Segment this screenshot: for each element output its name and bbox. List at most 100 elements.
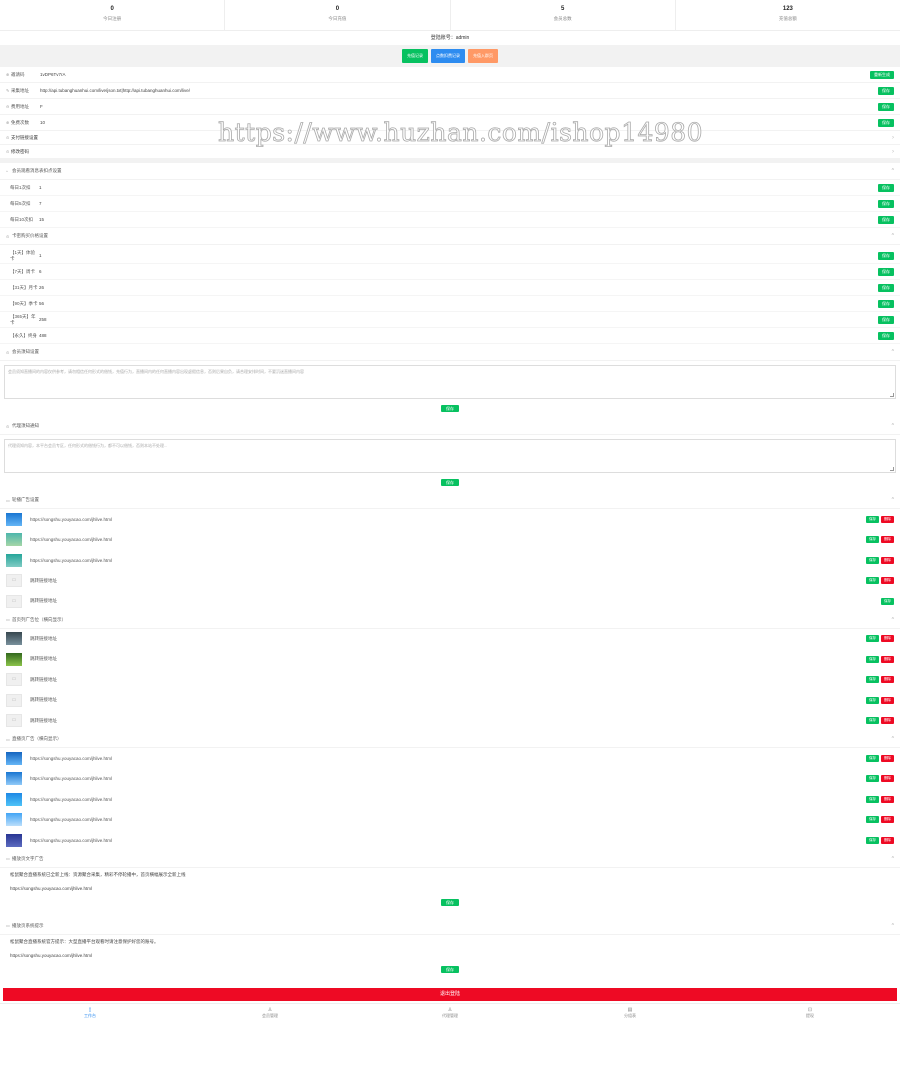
save-button[interactable]: 保存	[878, 215, 894, 224]
ad-thumbnail[interactable]	[6, 751, 22, 765]
collapse-icon[interactable]: ^	[892, 349, 894, 355]
ad-url[interactable]: https://songshu.youyacao.com/jhlive.html	[30, 756, 112, 761]
save-button[interactable]: 保存	[441, 479, 459, 486]
delete-button[interactable]: 删除	[881, 536, 894, 544]
save-button[interactable]: 保存	[881, 597, 894, 605]
section-header[interactable]: ▭ 轮播广告设置 ^	[0, 492, 900, 509]
row-value[interactable]: 1	[39, 185, 42, 190]
ad-url-placeholder[interactable]: 跳转链接地址	[30, 656, 57, 662]
tab-withdraw[interactable]: ⊡ 提现	[720, 1004, 900, 1023]
save-button[interactable]: 保存	[878, 251, 894, 260]
save-button[interactable]: 保存	[866, 676, 879, 684]
setting-value[interactable]: http://api.tubanghuanhui.com/live/json.t…	[40, 88, 190, 93]
row-value[interactable]: 15	[39, 217, 44, 222]
popup-content[interactable]: 松鼠聚合直播系统官方提示：大型直播平台观看时请注意保护好您的账号。	[0, 935, 900, 949]
delete-button[interactable]: 删除	[881, 515, 894, 523]
ad-thumbnail[interactable]	[6, 833, 22, 847]
ad-url-placeholder[interactable]: 跳转链接地址	[30, 578, 57, 584]
save-button[interactable]: 保存	[866, 556, 879, 564]
regenerate-button[interactable]: 重新生成	[870, 70, 894, 79]
deduct-record-button[interactable]: 点数扣费记录	[431, 49, 465, 63]
tab-workbench[interactable]: ▯ 工作台	[0, 1004, 180, 1023]
collapse-icon[interactable]: ^	[892, 923, 894, 929]
save-button[interactable]: 保存	[866, 655, 879, 663]
change-password-row[interactable]: ⊙ 修改密码 ›	[0, 145, 900, 159]
section-header[interactable]: ▭ 播放页文字广告 ^	[0, 851, 900, 868]
save-button[interactable]: 保存	[866, 754, 879, 762]
text-ad-content[interactable]: 松鼠聚合直播系统已全新上线：资源聚合采集，精彩不停轮播中，首页横幅展示全新上线	[0, 868, 900, 882]
delete-button[interactable]: 删除	[881, 655, 894, 663]
collapse-icon[interactable]: ^	[892, 168, 894, 174]
recharge-group-button[interactable]: 充值入群页	[468, 49, 498, 63]
section-header[interactable]: ▭ 播放页系统提示 ^	[0, 918, 900, 935]
ad-thumbnail[interactable]	[6, 553, 22, 567]
collapse-icon[interactable]: ^	[892, 423, 894, 429]
collapse-icon[interactable]: ^	[892, 233, 894, 239]
ad-url-placeholder[interactable]: 跳转链接地址	[30, 636, 57, 642]
section-header[interactable]: ^ 会员观看消息表扣点设置 ^	[0, 163, 900, 180]
delete-button[interactable]: 删除	[881, 635, 894, 643]
save-button[interactable]: 保存	[866, 577, 879, 585]
ad-url[interactable]: https://songshu.youyacao.com/jhlive.html	[30, 776, 112, 781]
save-button[interactable]: 保存	[866, 795, 879, 803]
payment-link-row[interactable]: ⊙ 支付链接设置 ›	[0, 131, 900, 145]
image-placeholder-icon[interactable]: ▭	[6, 673, 22, 687]
delete-button[interactable]: 删除	[881, 816, 894, 824]
tab-members[interactable]: ♙ 会员管理	[180, 1004, 360, 1023]
save-button[interactable]: 保存	[441, 405, 459, 412]
section-header[interactable]: ⊙ 卡密购买价格设置 ^	[0, 228, 900, 245]
agent-textarea[interactable]: 代理须知内容，本平台会员专区，任何形式的借钱行为，都不可以借钱，否则本站不处理.…	[4, 439, 896, 473]
notice-textarea[interactable]: 会员须知直播间的内容仅供参考，请勿相信任何形式的借钱，充值行为，直播间内的任何直…	[4, 365, 896, 399]
ad-thumbnail[interactable]	[6, 772, 22, 786]
save-button[interactable]: 保存	[866, 775, 879, 783]
popup-url[interactable]: https://songshu.youyacao.com/jhlive.html	[0, 949, 900, 963]
save-button[interactable]: 保存	[866, 515, 879, 523]
delete-button[interactable]: 删除	[881, 754, 894, 762]
ad-thumbnail[interactable]	[6, 533, 22, 547]
tab-groups[interactable]: ▤ 分组表	[540, 1004, 720, 1023]
row-value[interactable]: 56	[39, 301, 44, 306]
row-value[interactable]: 1	[39, 253, 42, 258]
delete-button[interactable]: 删除	[881, 775, 894, 783]
save-button[interactable]: 保存	[866, 816, 879, 824]
ad-url[interactable]: https://songshu.youyacao.com/jhlive.html	[30, 558, 112, 563]
section-header[interactable]: ▭ 直播页广告（横向显示） ^	[0, 731, 900, 748]
ad-url[interactable]: https://songshu.youyacao.com/jhlive.html	[30, 817, 112, 822]
save-button[interactable]: 保存	[866, 696, 879, 704]
save-button[interactable]: 保存	[878, 183, 894, 192]
row-value[interactable]: 7	[39, 201, 42, 206]
collapse-icon[interactable]: ^	[892, 617, 894, 623]
ad-url[interactable]: https://songshu.youyacao.com/jhlive.html	[30, 537, 112, 542]
save-button[interactable]: 保存	[441, 898, 459, 906]
row-value[interactable]: 6	[39, 269, 42, 274]
save-button[interactable]: 保存	[878, 283, 894, 292]
save-button[interactable]: 保存	[866, 836, 879, 844]
save-button[interactable]: 保存	[866, 717, 879, 725]
section-header[interactable]: ⊙ 代理须知通知 ^	[0, 418, 900, 435]
setting-value[interactable]: 1vDP6Tv7rA	[40, 72, 66, 77]
save-button[interactable]: 保存	[441, 965, 459, 973]
ad-thumbnail[interactable]	[6, 512, 22, 526]
save-button[interactable]: 保存	[878, 199, 894, 208]
save-button[interactable]: 保存	[878, 118, 894, 127]
image-placeholder-icon[interactable]: ▭	[6, 594, 22, 608]
delete-button[interactable]: 删除	[881, 556, 894, 564]
ad-thumbnail[interactable]	[6, 813, 22, 827]
save-button[interactable]: 保存	[878, 299, 894, 308]
ad-url[interactable]: https://songshu.youyacao.com/jhlive.html	[30, 838, 112, 843]
tab-agents[interactable]: ♙ 代理管理	[360, 1004, 540, 1023]
save-button[interactable]: 保存	[878, 86, 894, 95]
ad-url-placeholder[interactable]: 跳转链接地址	[30, 598, 57, 604]
row-value[interactable]: 258	[39, 317, 47, 322]
delete-button[interactable]: 删除	[881, 577, 894, 585]
collapse-icon[interactable]: ^	[892, 736, 894, 742]
logout-button[interactable]: 退出登陆	[3, 987, 897, 1001]
row-value[interactable]: 26	[39, 285, 44, 290]
ad-url-placeholder[interactable]: 跳转链接地址	[30, 677, 57, 683]
delete-button[interactable]: 删除	[881, 696, 894, 704]
ad-url[interactable]: https://songshu.youyacao.com/jhlive.html	[30, 797, 112, 802]
image-placeholder-icon[interactable]: ▭	[6, 574, 22, 588]
delete-button[interactable]: 删除	[881, 795, 894, 803]
save-button[interactable]: 保存	[866, 635, 879, 643]
collapse-icon[interactable]: ^	[892, 497, 894, 503]
